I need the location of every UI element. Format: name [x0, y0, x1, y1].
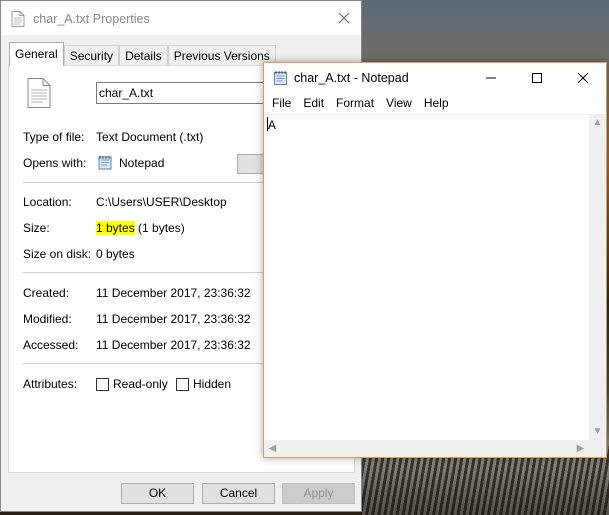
tab-details[interactable]: Details	[119, 45, 168, 66]
accessed-label: Accessed:	[23, 338, 79, 352]
menu-format[interactable]: Format	[330, 96, 380, 110]
attributes-label: Attributes:	[23, 377, 78, 391]
minimize-icon[interactable]	[468, 63, 514, 93]
text-file-icon	[27, 78, 51, 111]
size-on-disk-label: Size on disk:	[23, 247, 92, 261]
hidden-checkbox[interactable]: Hidden	[176, 377, 231, 391]
hidden-label: Hidden	[193, 377, 232, 391]
location-label: Location:	[23, 195, 72, 209]
notepad-title: char_A.txt - Notepad	[294, 71, 409, 85]
text-editor[interactable]: A	[264, 114, 606, 457]
tab-strip: General Security Details Previous Versio…	[9, 42, 276, 66]
scroll-corner	[589, 440, 606, 457]
size-on-disk-value: 0 bytes	[96, 247, 135, 261]
properties-title: char_A.txt Properties	[33, 12, 150, 26]
menu-bar: File Edit Format View Help	[264, 93, 606, 113]
notepad-titlebar[interactable]: char_A.txt - Notepad	[264, 63, 606, 93]
close-icon[interactable]	[331, 5, 357, 31]
size-highlight: 1 bytes	[96, 221, 135, 235]
editor-text: A	[268, 118, 276, 133]
cancel-button[interactable]: Cancel	[202, 483, 275, 504]
size-label: Size:	[23, 221, 50, 235]
horizontal-scrollbar[interactable]: ◀ ▶	[264, 440, 589, 457]
tab-previous-versions[interactable]: Previous Versions	[167, 45, 276, 66]
readonly-checkbox[interactable]: Read-only	[96, 377, 168, 391]
notepad-icon	[98, 155, 113, 173]
type-label: Type of file:	[23, 130, 85, 144]
opens-with-value: Notepad	[119, 156, 165, 170]
scroll-right-icon[interactable]: ▶	[572, 440, 589, 457]
menu-file[interactable]: File	[266, 96, 297, 110]
tab-security[interactable]: Security	[63, 45, 120, 66]
tab-general[interactable]: General	[9, 42, 64, 66]
properties-titlebar[interactable]: char_A.txt Properties	[1, 1, 361, 35]
menu-edit[interactable]: Edit	[297, 96, 330, 110]
apply-button[interactable]: Apply	[282, 483, 355, 504]
modified-label: Modified:	[23, 312, 72, 326]
size-value: 1 bytes (1 bytes)	[96, 221, 185, 235]
scroll-up-icon[interactable]: ▲	[589, 114, 606, 131]
notepad-window: char_A.txt - Notepad File Edit Format Vi…	[263, 62, 607, 458]
document-icon	[11, 11, 25, 30]
ok-button[interactable]: OK	[121, 483, 194, 504]
opens-with-label: Opens with:	[23, 156, 87, 170]
checkbox-box[interactable]	[176, 377, 189, 391]
menu-help[interactable]: Help	[418, 96, 455, 110]
readonly-label: Read-only	[113, 377, 168, 391]
location-value: C:\Users\USER\Desktop	[96, 195, 227, 209]
scroll-down-icon[interactable]: ▼	[589, 423, 606, 440]
size-value-rest: (1 bytes)	[138, 221, 185, 235]
created-value: 11 December 2017, 23:36:32	[96, 286, 251, 300]
editor-content: A	[267, 117, 276, 133]
accessed-value: 11 December 2017, 23:36:32	[96, 338, 251, 352]
scroll-left-icon[interactable]: ◀	[264, 440, 281, 457]
vertical-scrollbar[interactable]: ▲ ▼	[589, 114, 606, 440]
menu-view[interactable]: View	[380, 96, 418, 110]
checkbox-box[interactable]	[96, 377, 109, 391]
notepad-icon	[273, 70, 289, 89]
type-value: Text Document (.txt)	[96, 130, 204, 144]
maximize-icon[interactable]	[514, 63, 560, 93]
modified-value: 11 December 2017, 23:36:32	[96, 312, 251, 326]
created-label: Created:	[23, 286, 70, 300]
close-icon[interactable]	[560, 63, 606, 93]
